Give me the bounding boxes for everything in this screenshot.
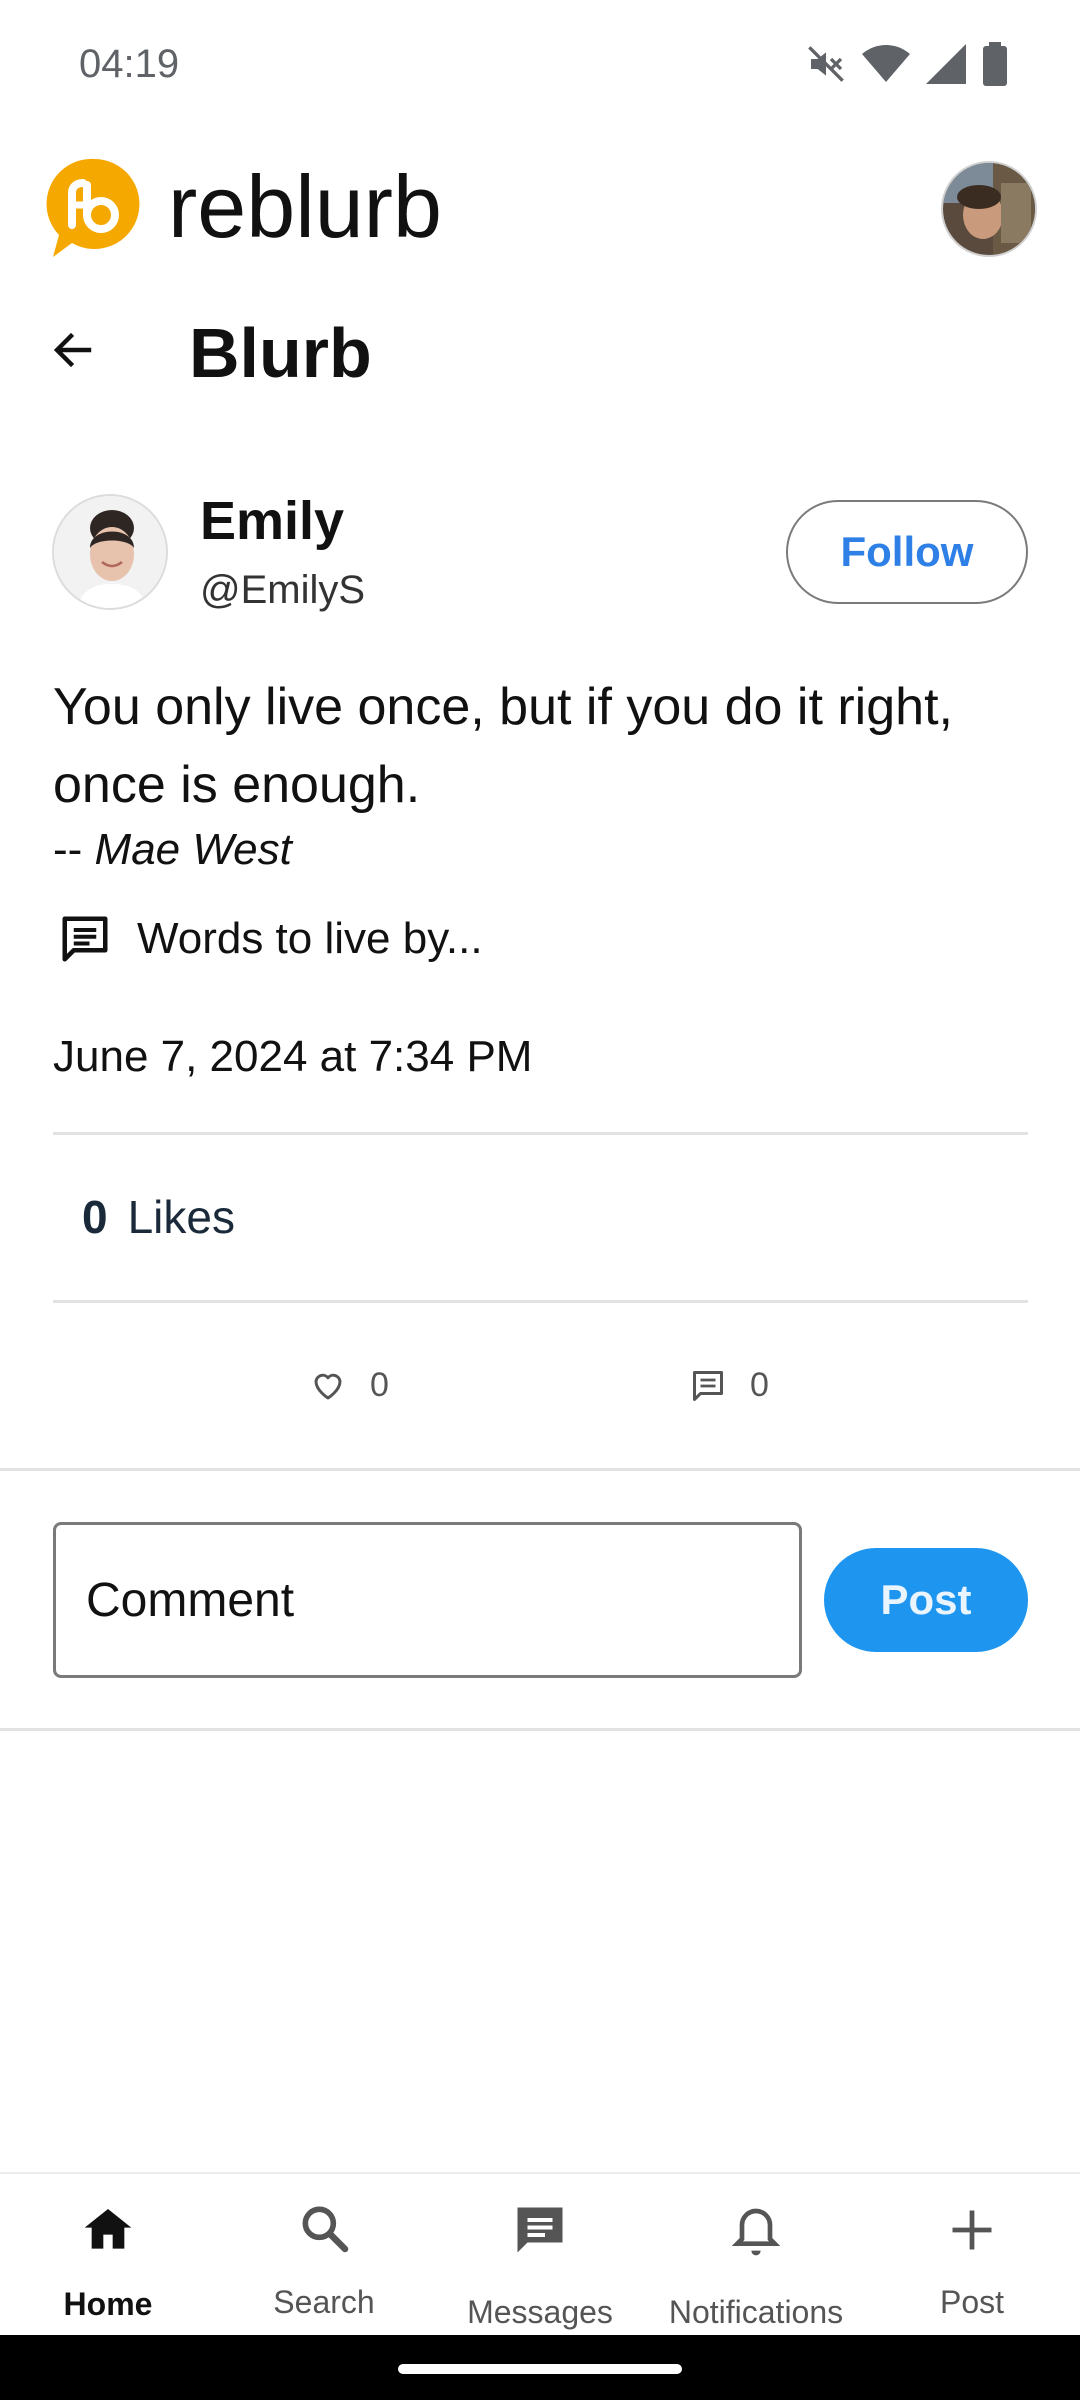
comment-count: 0: [750, 1366, 769, 1404]
likes-count: 0: [82, 1191, 108, 1243]
home-icon: [84, 2209, 132, 2249]
like-button[interactable]: 0: [310, 1366, 389, 1405]
heart-icon: [314, 1373, 342, 1399]
divider: [53, 1132, 1028, 1135]
post-date: June 7, 2024 at 7:34 PM: [53, 1032, 533, 1081]
status-icons: [806, 42, 1008, 86]
nav-search[interactable]: Search: [216, 2174, 432, 2337]
author-avatar[interactable]: [52, 494, 168, 610]
comment-input[interactable]: [53, 1522, 802, 1678]
post-quote: You only live once, but if you do it rig…: [53, 678, 953, 814]
wifi-icon: [862, 45, 910, 82]
mute-icon: [808, 46, 844, 82]
back-button[interactable]: [45, 322, 101, 378]
battery-icon: [983, 42, 1007, 86]
messages-icon: [517, 2207, 563, 2253]
divider: [0, 1468, 1080, 1471]
plus-icon: [952, 2210, 992, 2250]
nav-home[interactable]: Home: [0, 2174, 216, 2337]
caption-icon: [56, 912, 114, 966]
quote-attribution: -- Mae West: [53, 825, 292, 875]
nav-label-messages: Messages: [467, 2294, 613, 2330]
app-title: reblurb: [168, 157, 442, 256]
comment-icon: [693, 1370, 723, 1401]
author-handle[interactable]: @EmilyS: [200, 568, 365, 613]
nav-messages[interactable]: Messages: [432, 2174, 648, 2337]
page-title: Blurb: [189, 314, 372, 392]
nav-label-search: Search: [273, 2284, 375, 2320]
bottom-navigation: Home Search Messages Notifications Post: [0, 2172, 1080, 2335]
nav-notifications[interactable]: Notifications: [648, 2174, 864, 2337]
like-count: 0: [370, 1366, 389, 1404]
arrow-left-icon: [53, 332, 92, 368]
nav-label-post: Post: [939, 2284, 1005, 2320]
signal-icon: [926, 44, 966, 84]
quote-author: Mae West: [94, 825, 292, 874]
follow-button[interactable]: Follow: [786, 500, 1028, 604]
post-comment-button[interactable]: Post: [824, 1548, 1028, 1652]
nav-label-home: Home: [63, 2286, 153, 2322]
nav-label-notifications: Notifications: [668, 2294, 844, 2330]
app-logo: [45, 155, 143, 261]
profile-avatar[interactable]: [941, 161, 1037, 257]
nav-post[interactable]: Post: [864, 2174, 1080, 2337]
bell-icon: [731, 2208, 781, 2256]
comment-button[interactable]: 0: [690, 1366, 769, 1405]
gesture-handle[interactable]: [398, 2364, 682, 2374]
likes-label: Likes: [127, 1191, 235, 1243]
author-name[interactable]: Emily: [200, 490, 344, 552]
quote-prefix: --: [53, 825, 83, 874]
status-time: 04:19: [79, 42, 180, 86]
post-caption: Words to live by...: [137, 914, 483, 963]
search-icon: [302, 2206, 349, 2253]
likes-summary[interactable]: 0 Likes: [82, 1190, 235, 1244]
divider: [0, 1728, 1080, 1731]
divider: [53, 1300, 1028, 1303]
